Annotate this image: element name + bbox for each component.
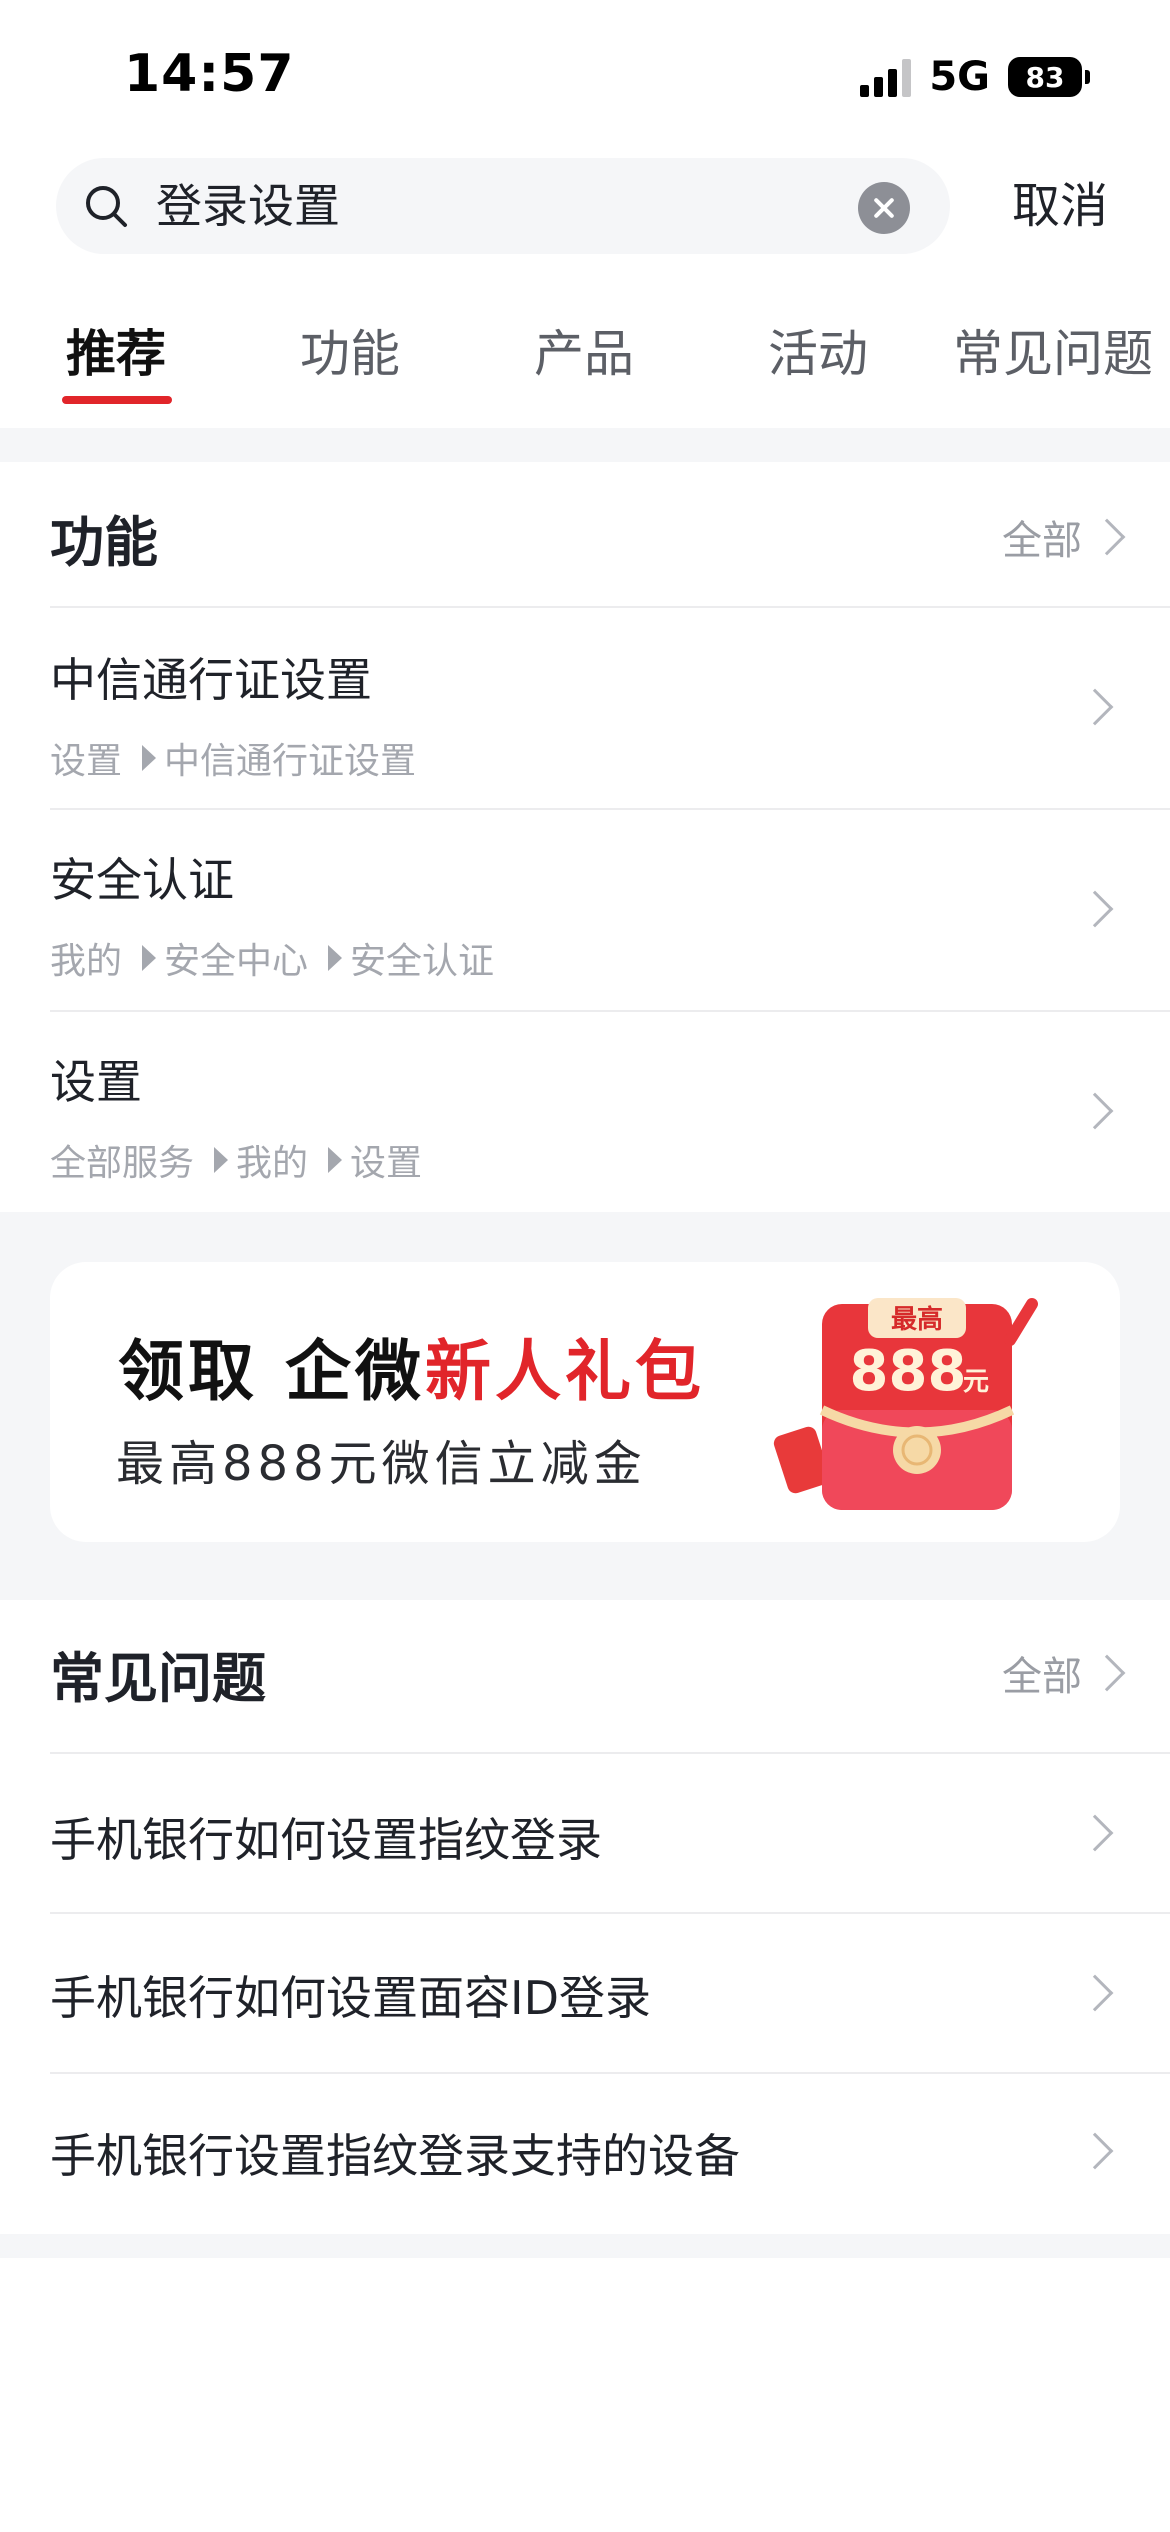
item-title: 中信通行证设置 xyxy=(50,653,372,707)
path-segment: 我的 xyxy=(50,941,123,982)
path-segment: 中信通行证设置 xyxy=(164,741,417,782)
battery-level: 83 xyxy=(1008,57,1082,97)
network-type: 5G xyxy=(929,54,990,100)
promo-banner[interactable]: 领取 企微新人礼包 最高888元微信立减金 最高 888 元 xyxy=(50,1262,1120,1542)
search-input[interactable]: 登录设置 xyxy=(56,158,950,254)
battery-icon: 83 xyxy=(1008,57,1090,97)
path-segment: 设置 xyxy=(350,1143,423,1184)
signal-icon xyxy=(860,57,912,97)
all-label: 全部 xyxy=(1002,518,1082,564)
path-segment: 我的 xyxy=(236,1143,309,1184)
envelope-amount: 888 xyxy=(850,1339,967,1404)
item-path: 设置 中信通行证设置 xyxy=(50,732,416,784)
chevron-right-icon xyxy=(1088,1654,1126,1692)
banner-subtitle: 最高888元微信立减金 xyxy=(116,1436,647,1492)
divider-band xyxy=(0,428,1170,462)
item-title: 设置 xyxy=(50,1055,142,1109)
functions-section: 功能 全部 中信通行证设置 设置 中信通行证设置 安全认证 我的 安全中心 安全认证 … xyxy=(0,462,1170,1212)
faq-question: 手机银行如何设置指纹登录 xyxy=(50,1813,602,1867)
status-bar: 14:57 5G 83 xyxy=(0,0,1170,150)
path-segment: 设置 xyxy=(50,741,123,782)
path-segment: 全部服务 xyxy=(50,1143,195,1184)
bottom-band xyxy=(0,2234,1170,2258)
cancel-button[interactable]: 取消 xyxy=(1012,158,1108,254)
path-segment: 安全认证 xyxy=(350,941,495,982)
item-path: 我的 安全中心 安全认证 xyxy=(50,932,494,984)
path-segment: 安全中心 xyxy=(164,941,309,982)
list-item[interactable]: 安全认证 我的 安全中心 安全认证 xyxy=(0,810,1170,1010)
envelope-unit: 元 xyxy=(963,1367,989,1397)
tab-bar: 推荐 功能 产品 活动 常见问题 xyxy=(0,300,1170,410)
chevron-right-icon xyxy=(1076,2132,1114,2170)
status-time: 14:57 xyxy=(124,44,295,104)
chevron-right-icon xyxy=(1076,1814,1114,1852)
all-label: 全部 xyxy=(1002,1654,1082,1700)
chevron-right-icon xyxy=(1076,688,1114,726)
tab-functions[interactable]: 功能 xyxy=(300,314,400,386)
envelope-tag: 最高 xyxy=(891,1304,943,1335)
list-item[interactable]: 手机银行如何设置指纹登录 xyxy=(0,1754,1170,1912)
faq-section: 常见问题 全部 手机银行如何设置指纹登录 手机银行如何设置面容ID登录 手机银行… xyxy=(0,1600,1170,2234)
tab-products[interactable]: 产品 xyxy=(534,314,634,386)
faq-question: 手机银行如何设置面容ID登录 xyxy=(50,1971,651,2025)
search-icon xyxy=(86,186,127,227)
section-title: 功能 xyxy=(50,511,158,574)
banner-headline: 领取 企微新人礼包 xyxy=(118,1318,705,1414)
item-path: 全部服务 我的 设置 xyxy=(50,1134,422,1186)
status-icons: 5G 83 xyxy=(860,54,1090,100)
clear-icon[interactable] xyxy=(858,182,910,234)
banner-prefix: 领取 企微 xyxy=(118,1333,425,1410)
list-item[interactable]: 手机银行如何设置面容ID登录 xyxy=(0,1914,1170,2072)
tab-activities[interactable]: 活动 xyxy=(768,314,868,386)
chevron-right-icon xyxy=(1088,518,1126,556)
tab-faq[interactable]: 常见问题 xyxy=(953,314,1153,386)
banner-highlight: 新人礼包 xyxy=(424,1333,705,1410)
tab-indicator xyxy=(62,396,172,404)
functions-all-link[interactable]: 全部 xyxy=(1002,508,1126,566)
section-title: 常见问题 xyxy=(50,1647,266,1710)
faq-question: 手机银行设置指纹登录支持的设备 xyxy=(50,2129,740,2183)
list-item[interactable]: 中信通行证设置 设置 中信通行证设置 xyxy=(0,608,1170,808)
chevron-right-icon xyxy=(1076,1092,1114,1130)
list-item[interactable]: 手机银行设置指纹登录支持的设备 xyxy=(0,2074,1170,2232)
search-bar: 登录设置 取消 xyxy=(0,158,1170,254)
search-query[interactable]: 登录设置 xyxy=(156,158,340,254)
chevron-right-icon xyxy=(1076,890,1114,928)
tab-recommend[interactable]: 推荐 xyxy=(66,314,166,386)
list-item[interactable]: 设置 全部服务 我的 设置 xyxy=(0,1012,1170,1212)
item-title: 安全认证 xyxy=(50,853,234,907)
chevron-right-icon xyxy=(1076,1974,1114,2012)
red-envelope-icon: 最高 888 元 xyxy=(773,1298,1038,1510)
faq-all-link[interactable]: 全部 xyxy=(1002,1644,1126,1702)
